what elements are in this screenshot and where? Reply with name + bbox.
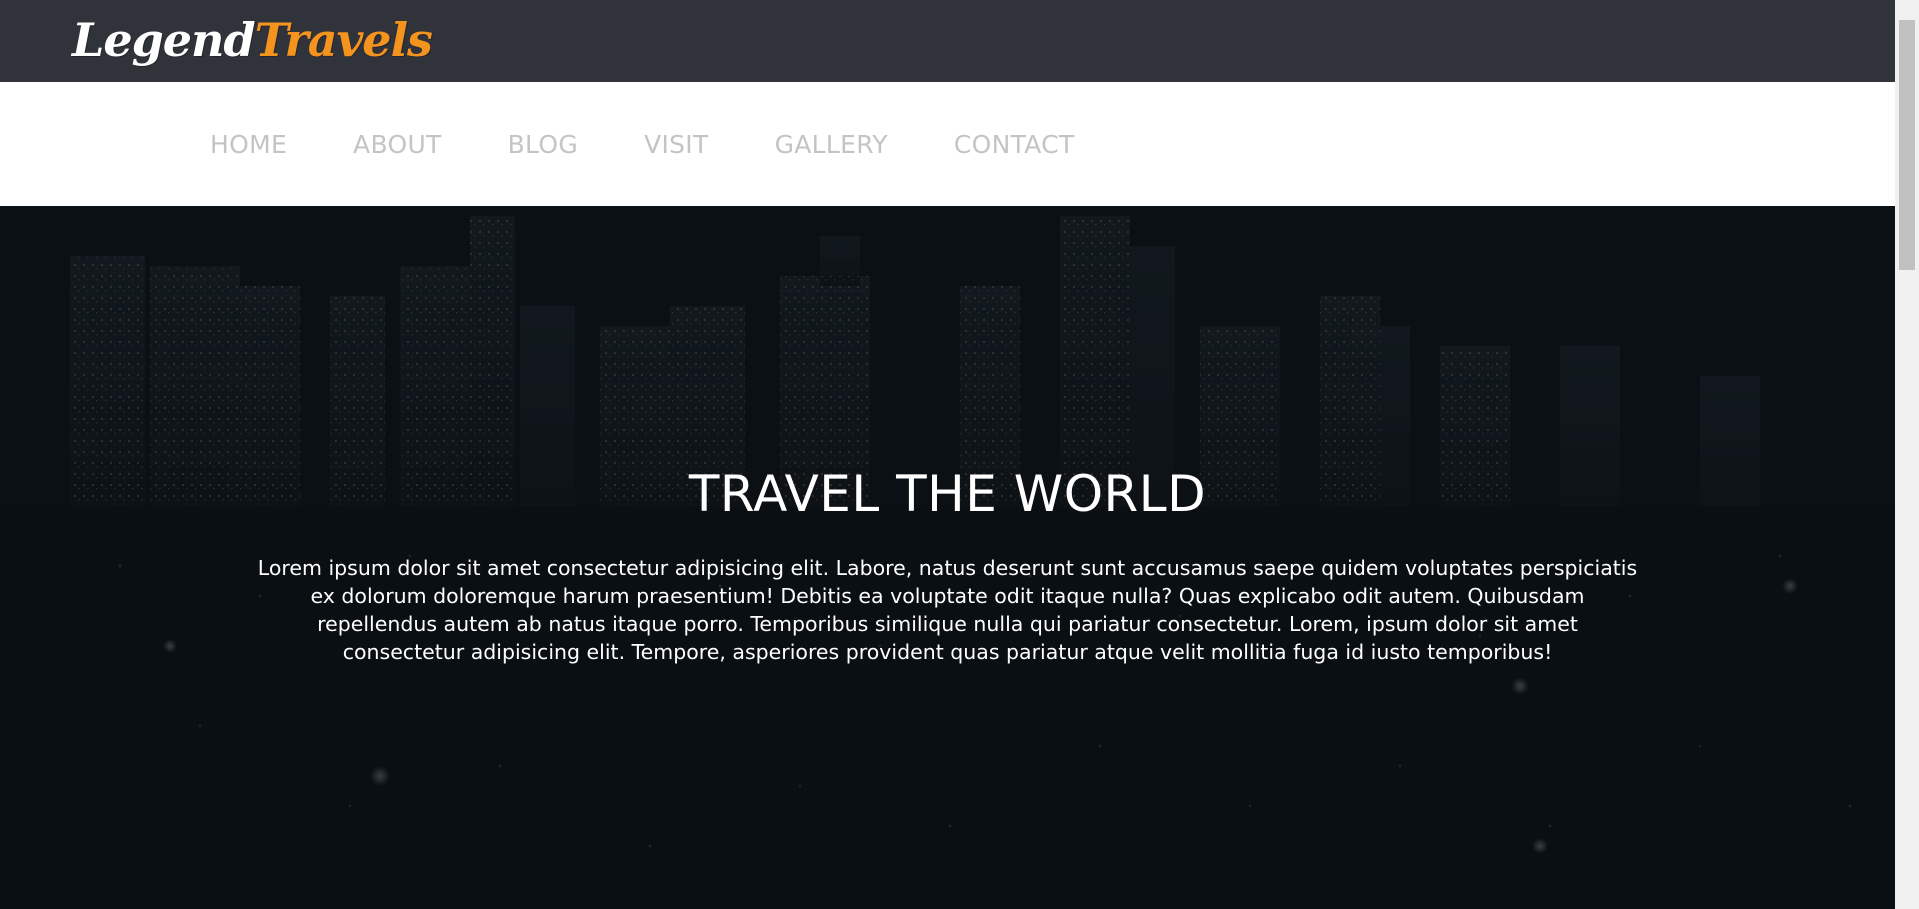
brand-word-legend: Legend bbox=[72, 13, 256, 67]
main-navigation: HOME ABOUT BLOG VISIT GALLERY CONTACT bbox=[0, 82, 1895, 206]
nav-list: HOME ABOUT BLOG VISIT GALLERY CONTACT bbox=[210, 82, 1141, 206]
scrollbar-thumb[interactable] bbox=[1899, 20, 1915, 270]
page: LegendTravels HOME ABOUT BLOG VISIT GALL… bbox=[0, 0, 1919, 909]
nav-item-visit[interactable]: VISIT bbox=[644, 130, 709, 159]
hero-title: TRAVEL THE WORLD bbox=[688, 465, 1207, 523]
hero-description: Lorem ipsum dolor sit amet consectetur a… bbox=[257, 556, 1638, 664]
page-scrollbar[interactable] bbox=[1895, 0, 1919, 909]
nav-item-gallery[interactable]: GALLERY bbox=[775, 130, 888, 159]
nav-item-about[interactable]: ABOUT bbox=[353, 130, 442, 159]
nav-item-home[interactable]: HOME bbox=[210, 130, 287, 159]
brand-word-travels: Travels bbox=[254, 13, 433, 67]
nav-item-blog[interactable]: BLOG bbox=[508, 130, 578, 159]
nav-item-contact[interactable]: CONTACT bbox=[954, 130, 1075, 159]
hero-section: TRAVEL THE WORLD Lorem ipsum dolor sit a… bbox=[0, 206, 1895, 909]
top-header: LegendTravels bbox=[0, 0, 1895, 82]
brand-logo[interactable]: LegendTravels bbox=[72, 8, 433, 72]
